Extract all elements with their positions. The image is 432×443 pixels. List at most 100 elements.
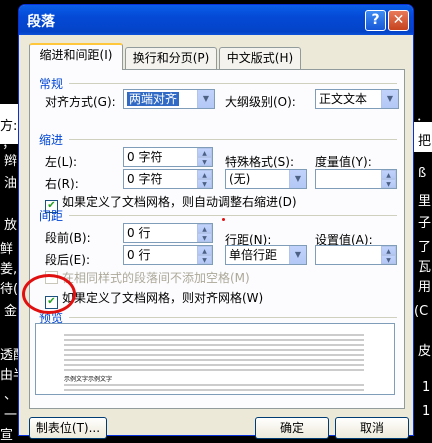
background-text: ；	[2, 136, 16, 151]
spin-up-icon[interactable]: ▲	[197, 148, 212, 157]
spin-down-icon[interactable]: ▼	[381, 255, 396, 264]
indent-left-value: 0 字符	[127, 150, 163, 164]
alignment-label: 对齐方式(G):	[45, 95, 116, 109]
background-text: 用	[418, 280, 432, 295]
preview-sample-text: 示例文字示例文字	[64, 376, 113, 383]
outline-level-select[interactable]: 正文文本 ▼	[315, 89, 399, 109]
preview-line	[64, 339, 364, 341]
background-text: 一	[4, 408, 18, 423]
dialog-title: 段落	[27, 14, 55, 30]
preview-line	[64, 384, 364, 386]
cancel-button[interactable]: 取消	[335, 417, 409, 439]
background-text: 辫	[4, 154, 18, 169]
alignment-value: 两端对齐	[127, 92, 180, 106]
background-text: 把	[418, 134, 432, 149]
space-before-input[interactable]: 0 行 ▲ ▼	[123, 223, 213, 243]
spin-up-icon[interactable]: ▲	[197, 224, 212, 233]
line-spacing-value: 单倍行距	[229, 248, 278, 262]
preview-line	[64, 369, 364, 371]
line-spacing-select[interactable]: 单倍行距 ▼	[225, 245, 307, 265]
background-text: (C	[414, 304, 429, 319]
indent-right-input[interactable]: 0 字符 ▲ ▼	[123, 169, 213, 189]
section-general-title: 常规	[39, 77, 64, 91]
spin-up-icon[interactable]: ▲	[381, 170, 396, 179]
preview-line	[64, 334, 364, 336]
divider	[69, 317, 397, 318]
divider	[69, 139, 397, 140]
background-text: ß	[418, 166, 427, 181]
help-button[interactable]: ?	[365, 10, 386, 31]
indent-left-input[interactable]: 0 字符 ▲ ▼	[123, 147, 213, 167]
outline-level-value: 正文文本	[319, 92, 368, 106]
auto-adjust-indent-label: 如果定义了文档网格，则自动调整右缩进(D)	[62, 195, 297, 209]
indent-right-label: 右(R):	[45, 177, 79, 191]
spin-down-icon[interactable]: ▼	[197, 157, 212, 166]
special-indent-label: 特殊格式(S):	[225, 155, 295, 169]
preview-line	[64, 389, 364, 391]
preview-pane: 示例文字示例文字	[35, 323, 395, 395]
chevron-down-icon[interactable]: ▼	[197, 90, 214, 108]
special-indent-select[interactable]: (无) ▼	[225, 169, 307, 189]
outline-level-label: 大纲级别(O):	[225, 95, 296, 109]
no-space-same-style-checkbox[interactable]: 在相同样式的段落间不添加空格(M)	[45, 269, 250, 286]
measure-input[interactable]: ▲ ▼	[315, 169, 397, 189]
tabs-button[interactable]: 制表位(T)...	[29, 417, 107, 439]
title-bar[interactable]: 段落 ? ✕	[19, 5, 413, 35]
annotation-dot	[222, 218, 225, 221]
help-icon: ?	[371, 12, 380, 28]
spin-down-icon[interactable]: ▼	[197, 255, 212, 264]
chevron-down-icon[interactable]: ▼	[381, 90, 398, 108]
preview-line	[64, 349, 364, 351]
background-text: 鲜	[0, 242, 14, 257]
background-text: 油	[4, 176, 18, 191]
preview-line	[64, 359, 364, 361]
spin-down-icon[interactable]: ▼	[197, 179, 212, 188]
annotation-circle	[22, 274, 76, 314]
space-after-label: 段后(E):	[45, 253, 90, 267]
auto-adjust-indent-checkbox[interactable]: ✔ 如果定义了文档网格，则自动调整右缩进(D)	[45, 193, 297, 213]
divider	[69, 83, 397, 84]
background-text: 里	[418, 194, 432, 209]
measure-label: 度量值(Y):	[315, 155, 372, 169]
background-text: 姜,	[0, 262, 18, 277]
no-space-same-style-label: 在相同样式的段落间不添加空格(M)	[62, 271, 250, 285]
ok-button[interactable]: 确定	[255, 417, 329, 439]
background-text: 宣	[0, 428, 14, 443]
background-text: 、	[4, 388, 18, 403]
tab-asian-typography[interactable]: 中文版式(H)	[219, 47, 301, 69]
background-text: 金	[4, 304, 18, 319]
background-text: 待(	[0, 282, 19, 297]
tab-indent-spacing[interactable]: 缩进和间距(I)	[29, 43, 123, 70]
tab-line-page-breaks[interactable]: 换行和分页(P)	[125, 47, 217, 69]
background-text: 1	[422, 404, 431, 419]
background-text: 子	[418, 216, 432, 231]
spin-down-icon[interactable]: ▼	[381, 179, 396, 188]
chevron-down-icon[interactable]: ▼	[289, 170, 306, 188]
close-icon: ✕	[392, 12, 405, 28]
preview-line	[64, 364, 364, 366]
divider	[69, 215, 397, 216]
background-text: ：	[416, 116, 430, 131]
space-before-value: 0 行	[127, 226, 151, 240]
spin-up-icon[interactable]: ▲	[381, 246, 396, 255]
space-before-label: 段前(B):	[45, 231, 91, 245]
snap-to-grid-checkbox[interactable]: ✔ 如果定义了文档网格，则对齐网格(W)	[45, 289, 263, 309]
background-text: 1	[422, 380, 431, 395]
background-text: 放	[4, 218, 18, 233]
indent-right-value: 0 字符	[127, 172, 163, 186]
spin-up-icon[interactable]: ▲	[197, 246, 212, 255]
section-indent-title: 缩进	[39, 133, 64, 147]
spin-up-icon[interactable]: ▲	[197, 170, 212, 179]
special-indent-value: (无)	[229, 172, 251, 186]
background-text: 瓦	[418, 260, 432, 275]
chevron-down-icon[interactable]: ▼	[289, 246, 306, 264]
setting-value-input[interactable]: ▲ ▼	[315, 245, 397, 265]
snap-to-grid-label: 如果定义了文档网格，则对齐网格(W)	[62, 291, 264, 305]
paragraph-dialog: 段落 ? ✕ 缩进和间距(I) 换行和分页(P) 中文版式(H) 常规 对齐方式…	[18, 4, 414, 439]
preview-line	[64, 354, 364, 356]
spin-down-icon[interactable]: ▼	[197, 233, 212, 242]
alignment-select[interactable]: 两端对齐 ▼	[123, 89, 215, 109]
background-text: 了	[418, 240, 432, 255]
close-button[interactable]: ✕	[388, 10, 409, 31]
space-after-input[interactable]: 0 行 ▲ ▼	[123, 245, 213, 265]
